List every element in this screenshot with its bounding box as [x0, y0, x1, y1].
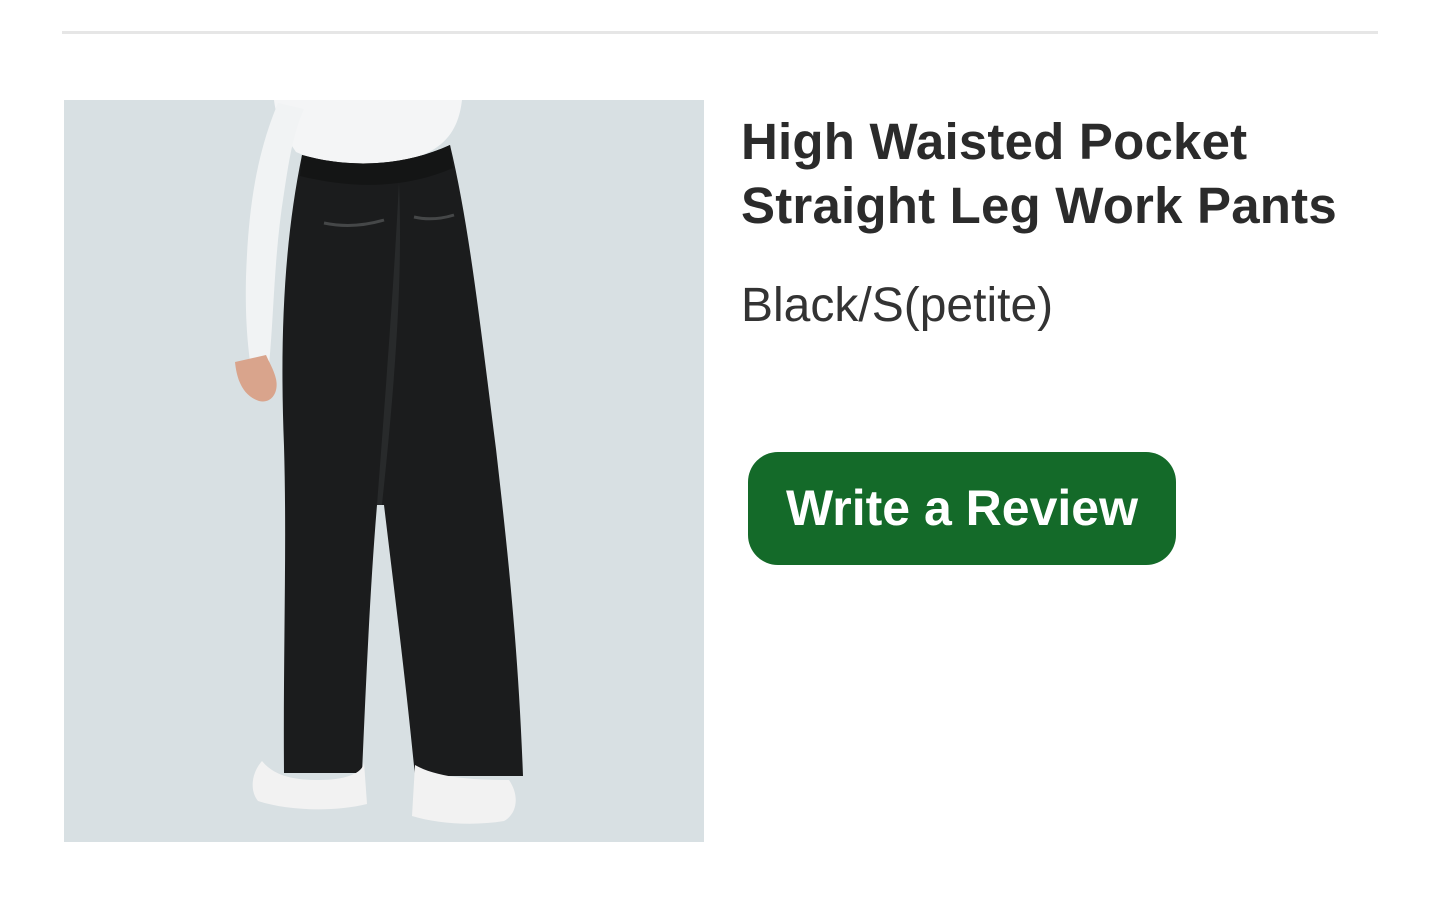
- write-review-button[interactable]: Write a Review: [748, 452, 1176, 565]
- product-title: High Waisted Pocket Straight Leg Work Pa…: [741, 113, 1337, 234]
- review-prompt-card: High Waisted Pocket Straight Leg Work Pa…: [0, 0, 1440, 899]
- product-photo-pants-icon: [64, 100, 704, 842]
- top-divider: [62, 31, 1378, 34]
- product-image: [64, 100, 704, 842]
- product-variant: Black/S(petite): [741, 279, 1054, 332]
